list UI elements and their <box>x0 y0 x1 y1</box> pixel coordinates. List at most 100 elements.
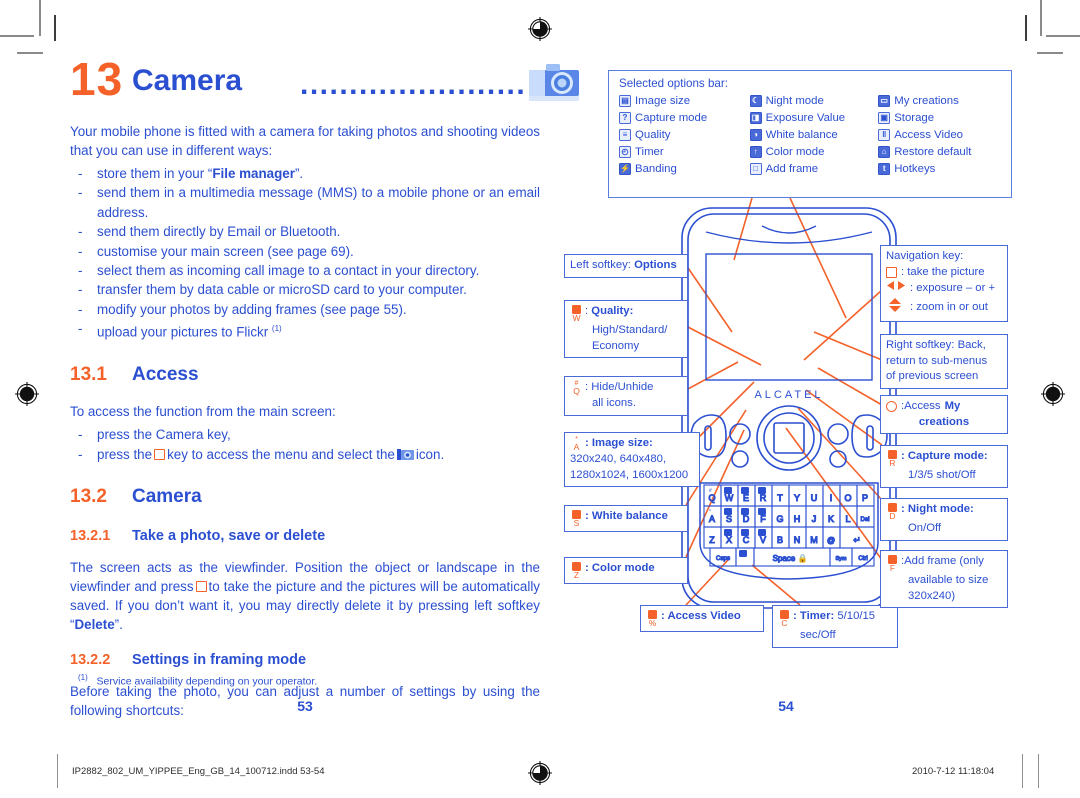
svg-text:M: M <box>810 535 818 545</box>
image-size-detail-1: 320x240, 640x480, <box>570 453 667 465</box>
option-night-mode[interactable]: ☾ Night mode <box>749 93 879 109</box>
right-softkey-line-3: of previous screen <box>886 370 979 382</box>
list-item-label: press the Camera key, <box>97 427 231 443</box>
my-creations-prefix: :Access <box>901 400 941 412</box>
svg-text:Ctrl: Ctrl <box>858 556 867 562</box>
svg-text:A: A <box>709 514 715 524</box>
footnote-mark: (1) <box>78 672 88 682</box>
option-add-frame[interactable]: □ Add frame <box>749 161 879 177</box>
svg-text:N: N <box>794 535 801 545</box>
key-letter: F <box>889 563 896 573</box>
night-mode-detail: On/Off <box>908 522 942 534</box>
option-access-video[interactable]: ‖ Access Video <box>878 127 1003 143</box>
bullet-dash: - <box>78 301 83 317</box>
svg-text:S: S <box>726 514 732 524</box>
callout-right-softkey: Right softkey: Back, return to sub-menus… <box>880 334 1008 389</box>
phone-brand: ALCATEL <box>754 389 823 401</box>
ok-key-icon <box>154 448 166 460</box>
camera-menu-icon <box>396 447 414 460</box>
intro-bullet-list: - store them in your “File manager”. - sen… <box>70 164 540 342</box>
bullet-dash: - <box>78 282 83 298</box>
footnote: (1) Service availability depending on yo… <box>78 671 317 689</box>
chapter-heading: 13 Camera ........................ <box>70 56 579 122</box>
bullet-dash: - <box>78 185 83 201</box>
option-image-size[interactable]: ▤ Image size <box>619 93 750 109</box>
option-timer[interactable]: ◴ Timer <box>619 144 750 160</box>
white-balance-key-badge: S <box>570 509 583 528</box>
registration-mark-right <box>1040 381 1066 407</box>
heading-take-photo-number: 13.2.1 <box>70 527 111 544</box>
svg-text:U: U <box>811 493 818 503</box>
chapter-number: 13 <box>70 53 124 105</box>
callout-my-creations: :Access My creations <box>880 395 1008 434</box>
heading-framing-title: Settings in framing mode <box>132 651 307 668</box>
list-item-label: modify your photos by adding frames (see… <box>97 301 407 317</box>
list-item: - send them directly by Email or Bluetoot… <box>70 222 540 241</box>
hide-unhide-key-badge: # Q <box>570 380 583 396</box>
option-banding[interactable]: ⚡ Banding <box>619 161 750 177</box>
key-letter: A <box>573 442 580 452</box>
heading-camera-title: Camera <box>132 485 202 507</box>
access-video-label: : Access Video <box>661 610 741 622</box>
image-size-key-badge: * A <box>570 436 583 452</box>
crop-mark-tr-v2 <box>1025 15 1027 41</box>
right-softkey-line-2: return to sub-menus <box>886 354 988 367</box>
heading-framing-settings: 13.2.2 Settings in framing mode <box>70 652 540 672</box>
navigation-title: Navigation key: <box>886 250 964 262</box>
list-item: - modify your photos by adding frames (se… <box>70 300 540 319</box>
capture-mode-detail: 1/3/5 shot/Off <box>908 469 976 481</box>
option-color-mode[interactable]: ↑ Color mode <box>749 144 879 160</box>
option-label: My creations <box>894 95 959 107</box>
chapter-dot-leader: ........................ <box>300 68 526 101</box>
callout-capture-mode: R : Capture mode: 1/3/5 shot/Off <box>880 445 1008 488</box>
ok-key-icon <box>195 580 207 592</box>
image-size-icon: ▤ <box>619 95 631 107</box>
night-mode-key-badge: D <box>886 502 899 521</box>
heading-access-number: 13.1 <box>70 364 107 386</box>
list-item-label-3: icon. <box>415 446 445 462</box>
timer-icon: ◴ <box>619 146 631 158</box>
option-storage[interactable]: ▣ Storage <box>878 110 1003 126</box>
option-label: Add frame <box>765 163 819 175</box>
option-label: Hotkeys <box>894 163 936 175</box>
navigation-row-1: : take the picture <box>901 265 985 278</box>
option-white-balance[interactable]: ◑ White balance <box>749 127 879 143</box>
heading-camera: 13.2 Camera <box>70 486 540 510</box>
registration-mark-top <box>527 16 553 42</box>
option-restore-default[interactable]: ⌂ Restore default <box>878 144 1003 160</box>
print-filename: IP2882_802_UM_YIPPEE_Eng_GB_14_100712.in… <box>72 766 325 777</box>
callout-access-video: % : Access Video <box>640 605 764 632</box>
timer-value: 5/10/15 <box>837 610 876 622</box>
footer-rule-left <box>57 754 58 788</box>
file-manager-emphasis: File manager <box>212 166 295 181</box>
page-title: Camera <box>132 64 243 97</box>
svg-text:T: T <box>777 493 783 503</box>
access-video-key-badge: % <box>646 609 659 628</box>
hide-unhide-detail: all icons. <box>592 397 636 409</box>
crop-mark-tr-h <box>1046 35 1080 37</box>
key-letter: Z <box>573 570 580 580</box>
svg-text:H: H <box>794 514 801 524</box>
option-capture-mode[interactable]: ? Capture mode <box>619 110 750 126</box>
hide-unhide-label: : Hide/Unhide <box>585 381 654 393</box>
heading-take-photo-title: Take a photo, save or delete <box>132 527 326 544</box>
take-photo-text-c: ”. <box>114 616 123 632</box>
option-my-creations[interactable]: ▭ My creations <box>878 93 1003 109</box>
option-label: Color mode <box>765 146 825 158</box>
list-item-label: press the <box>97 446 153 462</box>
option-label: Exposure Value <box>765 112 846 124</box>
quality-label: Quality: <box>591 305 634 317</box>
svg-text:J: J <box>812 514 817 524</box>
color-mode-icon: ↑ <box>749 146 762 158</box>
option-hotkeys[interactable]: t Hotkeys <box>878 161 1003 177</box>
list-item-label: customise your main screen (see page 69)… <box>97 243 354 259</box>
option-exposure-value[interactable]: ◨ Exposure Value <box>749 110 879 126</box>
callout-white-balance: S : White balance <box>564 505 688 532</box>
svg-text:K: K <box>828 514 834 524</box>
option-quality[interactable]: ≡ Quality <box>619 127 750 143</box>
callout-hide-unhide: # Q : Hide/Unhide all icons. <box>564 376 688 416</box>
banding-icon: ⚡ <box>619 163 631 175</box>
list-item-label: select them as incoming call image to a … <box>97 263 480 279</box>
access-lead: To access the function from the main scr… <box>70 404 336 420</box>
list-item-label: transfer them by data cable or microSD c… <box>97 282 467 298</box>
